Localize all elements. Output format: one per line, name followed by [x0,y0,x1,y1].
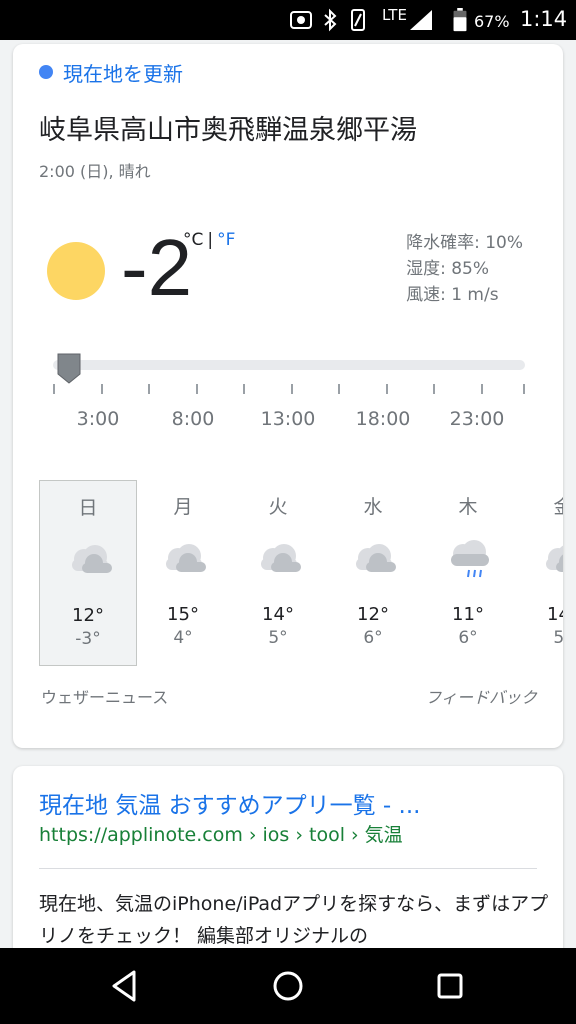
location-dot-icon [39,65,53,79]
day-high: 12° [72,605,104,626]
rain-icon [451,540,489,578]
forecast-day-thu[interactable]: 木 11° 6° [419,480,517,666]
day-high: 15° [167,604,199,625]
precipitation: 降水確率: 10% [406,233,523,253]
battery-icon [453,8,467,32]
cloudy-icon [166,544,206,572]
divider [39,868,537,869]
tick [148,384,150,394]
tick [101,384,103,394]
wind-speed: 風速: 1 m/s [406,285,499,305]
weather-card: 現在地を更新 岐阜県高山市奥飛騨温泉郷平湯 2:00 (日), 晴れ -2 °C… [13,44,563,748]
result-snippet: 現在地、気温のiPhone/iPadアプリを探すなら、まずはアプリノをチェック！… [39,893,549,947]
tick [291,384,293,394]
time-condition: 2:00 (日), 晴れ [39,162,151,181]
forecast-day-tue[interactable]: 火 14° 5° [229,480,327,666]
hour-slider-thumb[interactable] [56,352,82,384]
clock: 1:14 [520,7,568,31]
day-high: 12° [357,604,389,625]
notification-icon [290,11,312,29]
tick [481,384,483,394]
cloudy-icon [72,545,112,573]
forecast-day-sun[interactable]: 日 12° -3° [39,480,137,666]
tick [338,384,340,394]
day-low: 4° [173,628,193,648]
tick [53,384,55,394]
update-location-link[interactable]: 現在地を更新 [39,58,183,86]
result-title-link[interactable]: 現在地 気温 おすすめアプリ一覧 - ... [39,786,420,820]
cloudy-icon [546,545,563,572]
vibrate-icon [351,9,365,31]
lte-label: LTE [382,6,407,24]
day-name: 水 [363,496,383,518]
unit-separator: | [207,230,214,250]
day-name: 火 [268,496,288,518]
hour-label: 8:00 [171,408,215,430]
navigation-bar [0,948,576,1024]
home-icon[interactable] [268,966,308,1006]
signal-icon [410,10,432,30]
day-name: 月 [173,496,193,518]
hour-label: 3:00 [76,408,120,430]
day-low: 5° [268,628,288,648]
hour-slider-track[interactable] [53,360,525,370]
result-url[interactable]: https://applinote.com › ios › tool › 気温 [39,820,403,847]
unit-fahrenheit[interactable]: °F [217,230,235,250]
day-low: -3° [75,629,101,649]
humidity: 湿度: 85% [406,259,489,279]
update-location-label: 現在地を更新 [63,61,183,86]
day-low: 6° [458,628,478,648]
weather-source-link[interactable]: ウェザーニュース [41,684,168,708]
day-high: 11° [452,604,484,625]
sunny-icon [47,242,105,300]
tick [523,384,525,394]
tick [243,384,245,394]
day-name: 木 [458,496,478,518]
hour-ticks [53,384,525,396]
day-name: 金 [553,496,563,518]
hour-label: 13:00 [260,408,316,430]
forecast-day-wed[interactable]: 水 12° 6° [324,480,422,666]
back-icon[interactable] [104,966,144,1006]
status-bar: LTE 67% 1:14 [0,0,576,40]
cloudy-icon [356,544,396,572]
location-title: 岐阜県高山市奥飛騨温泉郷平湯 [39,115,417,146]
search-result-card: 現在地 気温 おすすめアプリ一覧 - ... https://applinote… [13,766,563,966]
day-low: 5° [553,628,563,648]
battery-percent: 67% [474,12,510,31]
bluetooth-icon [324,8,337,32]
forecast-day-mon[interactable]: 月 15° 4° [134,480,232,666]
weather-details: 降水確率: 10% 湿度: 85% 風速: 1 m/s [406,230,523,308]
day-low: 6° [363,628,383,648]
unit-celsius[interactable]: °C [183,230,203,250]
daily-forecast: 日 12° -3° 月 15° 4° 火 14° 5° 水 12° 6° 木 1… [39,480,563,666]
day-high: 14° [547,604,563,625]
hour-label: 23:00 [449,408,505,430]
feedback-link[interactable]: フィードバック [425,684,537,708]
day-high: 14° [262,604,294,625]
recents-icon[interactable] [430,966,470,1006]
day-name: 日 [78,497,98,519]
cloudy-icon [261,544,301,572]
current-temperature: -2 [121,223,193,312]
tick [433,384,435,394]
hour-label: 18:00 [355,408,411,430]
unit-toggle: °C | °F [183,230,235,250]
tick [386,384,388,394]
tick [196,384,198,394]
forecast-day-fri[interactable]: 金 14° 5° [514,480,563,666]
